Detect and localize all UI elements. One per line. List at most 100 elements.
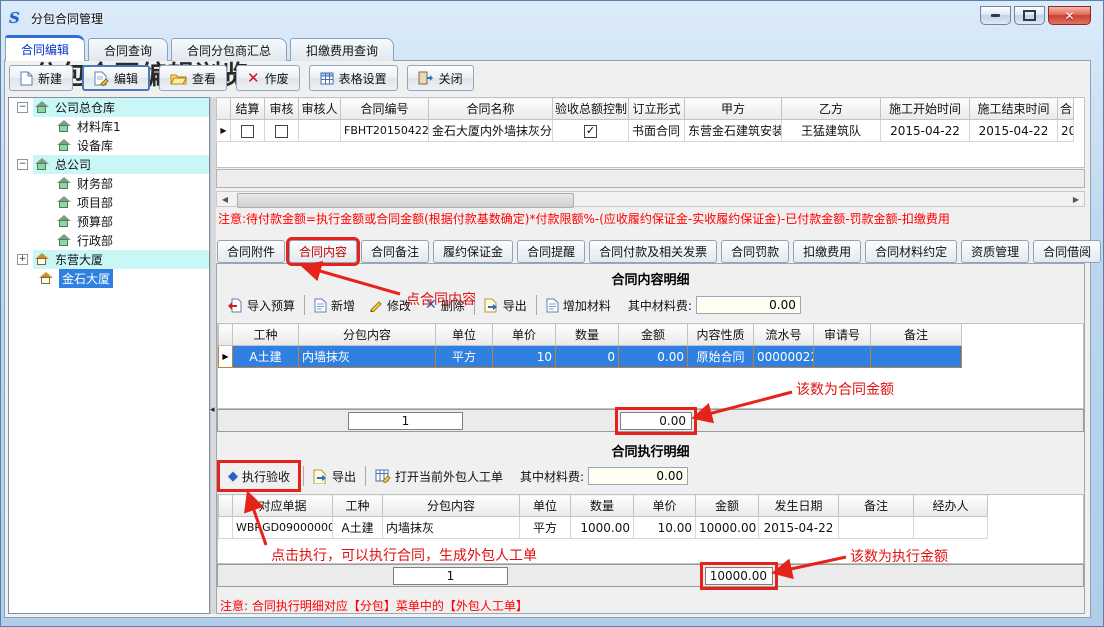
void-button[interactable]: ✕ 作废: [236, 65, 300, 91]
tab-material-agreement[interactable]: 合同材料约定: [865, 240, 957, 263]
tree-item-budget-dept[interactable]: 预算部: [9, 212, 209, 231]
view-button[interactable]: 查看: [159, 65, 227, 91]
acceptance-checkbox[interactable]: ✓: [584, 125, 597, 138]
col-amount[interactable]: 金额: [696, 495, 759, 517]
col-request-no[interactable]: 审请号: [814, 324, 871, 346]
col-settle[interactable]: 结算: [231, 98, 265, 120]
col-sub-content[interactable]: 分包内容: [383, 495, 520, 517]
col-audit[interactable]: 审核: [265, 98, 299, 120]
settle-checkbox[interactable]: [241, 125, 254, 138]
content-row[interactable]: ▶ A土建 内墙抹灰 平方 10 0 0.00 原始合同 00000022: [219, 346, 962, 368]
scrollbar-thumb[interactable]: [237, 193, 574, 208]
col-end-date[interactable]: 施工结束时间: [970, 98, 1058, 120]
export-icon: [484, 298, 499, 313]
tree-item-project-dept[interactable]: 项目部: [9, 193, 209, 212]
execution-export-button[interactable]: 导出: [306, 464, 363, 488]
add-button[interactable]: 新增: [307, 293, 362, 317]
tree-item-equipment-store[interactable]: 设备库: [9, 136, 209, 155]
tree-item-finance-dept[interactable]: 财务部: [9, 174, 209, 193]
end-date-cell[interactable]: 2015-04-22: [970, 120, 1058, 142]
col-quantity[interactable]: 数量: [556, 324, 619, 346]
col-contract-cut[interactable]: 合同: [1058, 98, 1074, 120]
tab-withholding-fee[interactable]: 扣缴费用: [793, 240, 861, 263]
title-bar[interactable]: S 分包合同管理 ✕: [1, 1, 1103, 34]
col-operator[interactable]: 经办人: [914, 495, 988, 517]
import-icon: [228, 298, 243, 313]
tab-contract-attachment[interactable]: 合同附件: [217, 240, 285, 263]
tree-item-admin-dept[interactable]: 行政部: [9, 231, 209, 250]
contract-no-cell[interactable]: FBHT2015042201: [341, 120, 429, 142]
execution-row[interactable]: WBRGD090000008 A土建 内墙抹灰 平方 1000.00 10.00…: [219, 517, 988, 539]
tab-contract-content[interactable]: 合同内容: [289, 240, 357, 263]
tab-qualification[interactable]: 资质管理: [961, 240, 1029, 263]
collapse-expander-icon[interactable]: −: [17, 159, 28, 170]
col-remark[interactable]: 备注: [839, 495, 914, 517]
material-fee-input[interactable]: [696, 296, 801, 314]
tree-item-company-warehouse[interactable]: − 公司总仓库: [9, 98, 209, 117]
maximize-button[interactable]: [1014, 6, 1045, 25]
col-occur-date[interactable]: 发生日期: [759, 495, 839, 517]
col-form[interactable]: 订立形式: [629, 98, 685, 120]
tab-contract-borrow[interactable]: 合同借阅: [1033, 240, 1101, 263]
collapse-expander-icon[interactable]: −: [17, 102, 28, 113]
tree-item-dongying-tower[interactable]: + 东营大厦: [9, 250, 209, 269]
start-date-cell[interactable]: 2015-04-22: [881, 120, 970, 142]
new-button[interactable]: 新建: [9, 65, 73, 91]
execution-table: 对应单据 工种 分包内容 单位 数量 单价 金额 发生日期 备注 经办人 WBR…: [218, 494, 988, 539]
tree-item-material-store[interactable]: 材料库1: [9, 117, 209, 136]
tab-contract-penalty[interactable]: 合同罚款: [721, 240, 789, 263]
add-material-button[interactable]: 增加材料: [539, 293, 618, 317]
col-amount[interactable]: 金额: [619, 324, 688, 346]
tab-payment-invoice[interactable]: 合同付款及相关发票: [589, 240, 717, 263]
execution-material-fee-input[interactable]: [588, 467, 688, 485]
col-contract-no[interactable]: 合同编号: [341, 98, 429, 120]
close-window-button[interactable]: 关闭: [407, 65, 474, 91]
tree-item-jinshi-tower[interactable]: 金石大厦: [9, 269, 209, 288]
collapse-arrow-icon[interactable]: ◂: [210, 405, 215, 415]
tab-withholding-query[interactable]: 扣缴费用查询: [290, 38, 394, 61]
minimize-button[interactable]: [980, 6, 1011, 25]
col-party-b[interactable]: 乙方: [782, 98, 881, 120]
execute-acceptance-button[interactable]: ◆ 执行验收: [221, 464, 297, 488]
tab-performance-bond[interactable]: 履约保证金: [433, 240, 513, 263]
import-budget-button[interactable]: 导入预算: [221, 293, 302, 317]
tree-item-head-office[interactable]: − 总公司: [9, 155, 209, 174]
col-work-type[interactable]: 工种: [233, 324, 299, 346]
col-source-doc[interactable]: 对应单据: [233, 495, 333, 517]
expand-expander-icon[interactable]: +: [17, 254, 28, 265]
col-work-type[interactable]: 工种: [333, 495, 383, 517]
col-auditor[interactable]: 审核人: [299, 98, 341, 120]
tab-contract-query[interactable]: 合同查询: [88, 38, 168, 61]
scroll-left-icon[interactable]: ◀: [217, 192, 233, 206]
col-serial-no[interactable]: 流水号: [754, 324, 814, 346]
col-unit-price[interactable]: 单价: [493, 324, 556, 346]
form-cell[interactable]: 书面合同: [629, 120, 685, 142]
party-a-cell[interactable]: 东营金石建筑安装: [685, 120, 782, 142]
horizontal-scrollbar[interactable]: ◀ ▶: [216, 191, 1085, 207]
tab-contract-remark[interactable]: 合同备注: [361, 240, 429, 263]
open-labor-ticket-button[interactable]: 打开当前外包人工单: [368, 464, 510, 488]
tab-contract-edit[interactable]: 合同编辑: [5, 35, 85, 61]
edit-button[interactable]: 编辑: [82, 65, 150, 91]
scroll-right-icon[interactable]: ▶: [1068, 192, 1084, 206]
audit-checkbox[interactable]: [275, 125, 288, 138]
col-unit-price[interactable]: 单价: [634, 495, 696, 517]
col-start-date[interactable]: 施工开始时间: [881, 98, 970, 120]
col-party-a[interactable]: 甲方: [685, 98, 782, 120]
table-settings-button[interactable]: 表格设置: [309, 65, 398, 91]
tab-subcontractor-summary[interactable]: 合同分包商汇总: [171, 38, 287, 61]
content-export-button[interactable]: 导出: [477, 293, 534, 317]
col-unit[interactable]: 单位: [520, 495, 571, 517]
contract-name-cell[interactable]: 金石大厦内外墙抹灰分: [429, 120, 553, 142]
col-remark[interactable]: 备注: [871, 324, 962, 346]
col-acceptance-control[interactable]: 验收总额控制: [553, 98, 629, 120]
close-button[interactable]: ✕: [1048, 6, 1091, 25]
col-quantity[interactable]: 数量: [571, 495, 634, 517]
tab-contract-reminder[interactable]: 合同提醒: [517, 240, 585, 263]
col-unit[interactable]: 单位: [436, 324, 493, 346]
contract-row[interactable]: ▶ FBHT2015042201 金石大厦内外墙抹灰分 ✓ 书面合同 东营金石建…: [217, 120, 1074, 142]
col-sub-content[interactable]: 分包内容: [299, 324, 436, 346]
col-contract-name[interactable]: 合同名称: [429, 98, 553, 120]
party-b-cell[interactable]: 王猛建筑队: [782, 120, 881, 142]
col-content-nature[interactable]: 内容性质: [688, 324, 754, 346]
